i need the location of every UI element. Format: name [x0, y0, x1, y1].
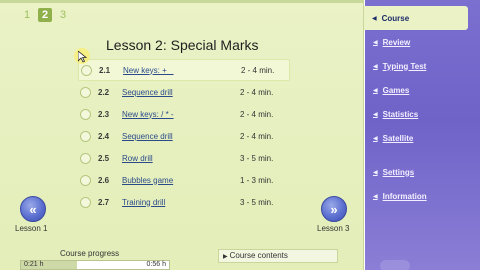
triangle-right-icon: ▶ [223, 254, 228, 260]
drill-radio[interactable] [80, 196, 91, 208]
drill-radio[interactable] [80, 130, 91, 142]
course-contents-button[interactable]: ▶ Course contents [218, 249, 338, 263]
drill-link[interactable]: Bubbles game [122, 176, 240, 185]
previous-lesson-label[interactable]: Lesson 1 [15, 224, 47, 233]
drill-link[interactable]: New keys: / * - [122, 110, 240, 119]
sidebar-item-satellite[interactable]: ◀ Satellite [365, 126, 480, 150]
drill-duration: 2 - 4 min. [240, 109, 274, 119]
sidebar-item-label: Information [382, 191, 427, 201]
page-2-button[interactable]: 2 [38, 8, 52, 22]
drill-duration: 2 - 4 min. [240, 131, 274, 141]
sidebar-item-settings[interactable]: ◀ Settings [365, 160, 480, 184]
page-1-button[interactable]: 1 [20, 8, 34, 22]
drill-link[interactable]: Sequence drill [122, 132, 240, 141]
drill-number: 2.2 [98, 87, 110, 97]
sidebar-item-statistics[interactable]: ◀ Statistics [365, 102, 480, 126]
sidebar-item-label: Review [382, 37, 411, 47]
next-lesson-label[interactable]: Lesson 3 [317, 224, 349, 233]
drill-link[interactable]: Training drill [122, 198, 240, 207]
drill-row-2-3[interactable]: 2.3 New keys: / * - 2 - 4 min. [78, 103, 290, 125]
drill-number: 2.1 [99, 65, 111, 75]
course-progress-label: Course progress [60, 249, 120, 258]
drill-duration: 2 - 4 min. [240, 87, 274, 97]
sidebar-item-label: Course [381, 13, 410, 23]
sidebar-item-games[interactable]: ◀ Games [365, 78, 480, 102]
sidebar-item-information[interactable]: ◀ Information [365, 184, 480, 208]
progress-elapsed: 0:21 h [24, 261, 44, 268]
drill-number: 2.5 [98, 153, 110, 163]
sidebar-item-review[interactable]: ◀ Review [365, 30, 480, 54]
drill-radio[interactable] [80, 174, 91, 186]
drill-list: 2.1 New keys: + _ 2 - 4 min. 2.2 Sequenc… [78, 59, 290, 213]
drill-number: 2.7 [98, 197, 110, 207]
drill-row-2-4[interactable]: 2.4 Sequence drill 2 - 4 min. [78, 125, 290, 147]
next-lesson-button[interactable]: » [321, 196, 347, 222]
drill-number: 2.3 [98, 109, 110, 119]
drill-radio[interactable] [80, 86, 91, 98]
triangle-left-icon: ◀ [373, 169, 378, 176]
triangle-left-icon: ◀ [373, 39, 378, 46]
drill-link[interactable]: Sequence drill [122, 88, 240, 97]
drill-duration: 2 - 4 min. [241, 65, 275, 75]
drill-radio[interactable] [80, 152, 91, 164]
course-contents-label: Course contents [229, 251, 288, 260]
drill-row-2-5[interactable]: 2.5 Row drill 3 - 5 min. [78, 147, 290, 169]
progress-total: 0:56 h [146, 261, 166, 268]
mouse-cursor-highlight [74, 48, 90, 64]
triangle-left-icon: ◀ [372, 15, 377, 22]
sidebar-item-course[interactable]: ◀ Course [364, 6, 468, 30]
sidebar-item-label: Settings [382, 167, 415, 177]
lesson-panel: 1 2 3 Lesson 2: Special Marks 2.1 New ke… [0, 0, 364, 270]
brand-logo [380, 260, 410, 270]
lesson-title: Lesson 2: Special Marks [106, 37, 259, 53]
drill-row-2-1[interactable]: 2.1 New keys: + _ 2 - 4 min. [78, 59, 290, 81]
triangle-left-icon: ◀ [373, 135, 378, 142]
drill-duration: 3 - 5 min. [240, 197, 274, 207]
sidebar-item-typing-test[interactable]: ◀ Typing Test [365, 54, 480, 78]
drill-duration: 1 - 3 min. [240, 175, 274, 185]
triangle-left-icon: ◀ [373, 63, 378, 70]
page-selector: 1 2 3 [20, 8, 70, 22]
drill-link[interactable]: Row drill [122, 154, 240, 163]
sidebar: ◀ Course ◀ Review ◀ Typing Test ◀ Games ◀ Sta… [364, 0, 480, 270]
drill-link[interactable]: New keys: + _ [123, 66, 241, 75]
course-progress-bar: 0:21 h 0:56 h [20, 260, 170, 270]
drill-row-2-7[interactable]: 2.7 Training drill 3 - 5 min. [78, 191, 290, 213]
triangle-left-icon: ◀ [373, 193, 378, 200]
double-left-arrow-icon: « [29, 201, 37, 217]
drill-row-2-2[interactable]: 2.2 Sequence drill 2 - 4 min. [78, 81, 290, 103]
drill-number: 2.6 [98, 175, 110, 185]
drill-radio[interactable] [80, 108, 91, 120]
drill-number: 2.4 [98, 131, 110, 141]
triangle-left-icon: ◀ [373, 111, 378, 118]
page-3-button[interactable]: 3 [56, 8, 70, 22]
double-right-arrow-icon: » [330, 201, 338, 217]
sidebar-item-label: Games [382, 85, 410, 95]
triangle-left-icon: ◀ [373, 87, 378, 94]
drill-duration: 3 - 5 min. [240, 153, 274, 163]
previous-lesson-button[interactable]: « [20, 196, 46, 222]
drill-row-2-6[interactable]: 2.6 Bubbles game 1 - 3 min. [78, 169, 290, 191]
top-strip [0, 0, 364, 3]
sidebar-item-label: Satellite [382, 133, 414, 143]
sidebar-item-label: Typing Test [382, 61, 427, 71]
pointer-icon [78, 51, 88, 63]
sidebar-item-label: Statistics [382, 109, 419, 119]
